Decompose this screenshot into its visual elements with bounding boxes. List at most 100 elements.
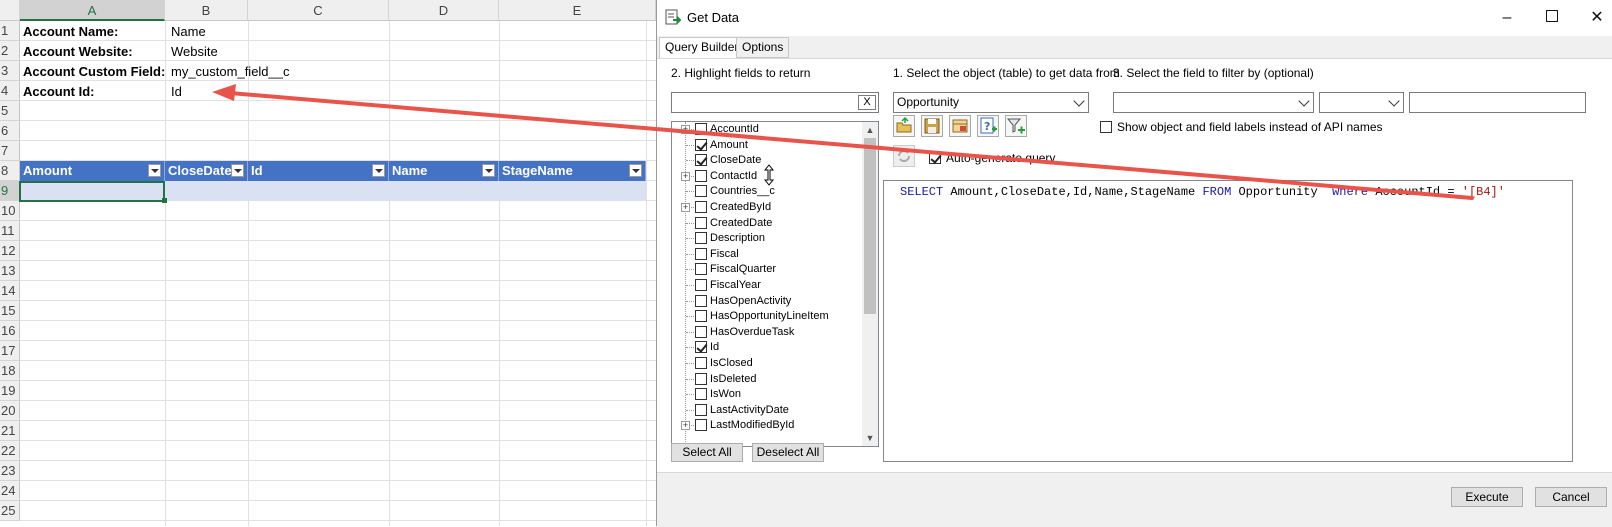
field-list-scrollbar[interactable]: ▲ ▼	[862, 122, 878, 446]
field-checkbox[interactable]	[695, 263, 707, 276]
row-header-16[interactable]: 16	[0, 321, 20, 341]
row-header-25[interactable]: 25	[0, 501, 20, 521]
row-header-14[interactable]: 14	[0, 281, 20, 301]
field-item[interactable]: + AccountId	[672, 122, 862, 137]
table-header-name[interactable]: Name	[389, 161, 499, 181]
field-checkbox[interactable]	[695, 341, 707, 354]
deselect-all-button[interactable]: Deselect All	[752, 443, 824, 462]
row-header-20[interactable]: 20	[0, 401, 20, 421]
row-header-10[interactable]: 10	[0, 201, 20, 221]
row-header-21[interactable]: 21	[0, 421, 20, 441]
cell-b4[interactable]: Id	[168, 84, 182, 99]
column-header-a[interactable]: A	[20, 0, 165, 21]
cell-a2[interactable]: Account Website:	[20, 44, 133, 59]
row-header-2[interactable]: 2	[0, 41, 20, 61]
open-query-icon[interactable]	[893, 115, 915, 137]
expand-icon[interactable]: +	[681, 125, 690, 134]
field-checkbox[interactable]	[695, 325, 707, 338]
field-checkbox[interactable]	[695, 138, 707, 151]
column-header-c[interactable]: C	[248, 0, 389, 21]
field-search-input[interactable]: X	[671, 92, 879, 113]
row-header-24[interactable]: 24	[0, 481, 20, 501]
cancel-button[interactable]: Cancel	[1535, 487, 1607, 507]
tab-query-builder[interactable]: Query Builder	[659, 37, 745, 59]
field-checkbox[interactable]	[695, 279, 707, 291]
field-checkbox[interactable]	[695, 201, 707, 213]
filter-dropdown-icon[interactable]	[148, 164, 161, 177]
field-checkbox[interactable]	[695, 123, 707, 135]
field-list[interactable]: + AccountId Amount CloseDate + ContactId Count…	[671, 121, 879, 447]
row-header-1[interactable]: 1	[0, 21, 20, 41]
cell-a3[interactable]: Account Custom Field:	[20, 64, 165, 79]
field-checkbox[interactable]	[695, 232, 707, 245]
row-header-13[interactable]: 13	[0, 261, 20, 281]
object-select[interactable]: Opportunity	[893, 92, 1089, 113]
cell-b3[interactable]: my_custom_field__c	[168, 64, 290, 79]
save-query-icon[interactable]	[921, 115, 943, 137]
fill-handle[interactable]	[162, 198, 167, 203]
query-editor[interactable]: SELECT Amount,CloseDate,Id,Name,StageNam…	[883, 180, 1573, 462]
title-bar[interactable]: Get Data – ✕	[657, 0, 1612, 36]
field-checkbox[interactable]	[695, 310, 707, 323]
execute-button[interactable]: Execute	[1451, 487, 1523, 507]
tab-options[interactable]: Options	[736, 37, 790, 58]
row-header-23[interactable]: 23	[0, 461, 20, 481]
field-item[interactable]: + CreatedById	[672, 199, 862, 215]
close-icon[interactable]: ✕	[1587, 8, 1607, 28]
filter-dropdown-icon[interactable]	[372, 164, 385, 177]
scroll-thumb[interactable]	[864, 138, 876, 314]
field-item[interactable]: FiscalQuarter	[672, 261, 862, 277]
maximize-icon[interactable]	[1542, 8, 1562, 28]
table-header-amount[interactable]: Amount	[20, 161, 165, 181]
field-checkbox[interactable]	[695, 403, 707, 416]
field-checkbox[interactable]	[695, 372, 707, 385]
row-header-4[interactable]: 4	[0, 81, 20, 101]
row-header-18[interactable]: 18	[0, 361, 20, 381]
refresh-icon[interactable]	[893, 145, 915, 167]
column-header-e[interactable]: E	[499, 0, 656, 21]
field-item[interactable]: IsWon	[672, 386, 862, 402]
field-item[interactable]: Description	[672, 230, 862, 246]
scroll-down-icon[interactable]: ▼	[862, 430, 878, 446]
field-item[interactable]: HasOverdueTask	[672, 324, 862, 340]
filter-dropdown-icon[interactable]	[482, 164, 495, 177]
field-item[interactable]: + LastModifiedById	[672, 417, 862, 433]
field-item[interactable]: LastActivityDate	[672, 402, 862, 418]
add-filter-icon[interactable]	[1005, 115, 1027, 137]
select-all-button[interactable]: Select All	[671, 443, 743, 462]
cell-a4[interactable]: Account Id:	[20, 84, 95, 99]
expand-icon[interactable]: +	[681, 203, 690, 212]
row-header-9[interactable]: 9	[0, 181, 20, 201]
field-checkbox[interactable]	[695, 357, 707, 369]
column-header-d[interactable]: D	[389, 0, 499, 21]
clear-search-button[interactable]: X	[858, 95, 876, 110]
active-cell-a9[interactable]	[19, 181, 165, 202]
table-header-id[interactable]: Id	[248, 161, 389, 181]
field-checkbox[interactable]	[695, 216, 707, 229]
cell-b2[interactable]: Website	[168, 44, 218, 59]
field-item[interactable]: Id	[672, 339, 862, 355]
scroll-up-icon[interactable]: ▲	[862, 122, 878, 138]
table-header-closedate[interactable]: CloseDate	[165, 161, 248, 181]
row-header-19[interactable]: 19	[0, 381, 20, 401]
row-header-17[interactable]: 17	[0, 341, 20, 361]
field-checkbox[interactable]	[695, 294, 707, 307]
cell-b1[interactable]: Name	[168, 24, 206, 39]
field-item[interactable]: IsDeleted	[672, 371, 862, 387]
field-checkbox[interactable]	[695, 185, 707, 198]
expand-icon[interactable]: +	[681, 421, 690, 431]
field-item[interactable]: HasOpportunityLineItem	[672, 308, 862, 324]
field-item[interactable]: IsClosed	[672, 355, 862, 371]
field-checkbox[interactable]	[695, 247, 707, 260]
column-header-b[interactable]: B	[165, 0, 248, 21]
field-checkbox[interactable]	[695, 154, 707, 167]
row-header-6[interactable]: 6	[0, 121, 20, 141]
show-labels-checkbox[interactable]	[1100, 121, 1112, 133]
row-header-15[interactable]: 15	[0, 301, 20, 321]
field-item[interactable]: HasOpenActivity	[672, 293, 862, 309]
row-header-22[interactable]: 22	[0, 441, 20, 461]
filter-field-select[interactable]	[1113, 92, 1314, 113]
filter-operator-select[interactable]	[1319, 92, 1404, 113]
select-all-corner[interactable]	[0, 0, 20, 21]
field-item[interactable]: Fiscal	[672, 246, 862, 262]
